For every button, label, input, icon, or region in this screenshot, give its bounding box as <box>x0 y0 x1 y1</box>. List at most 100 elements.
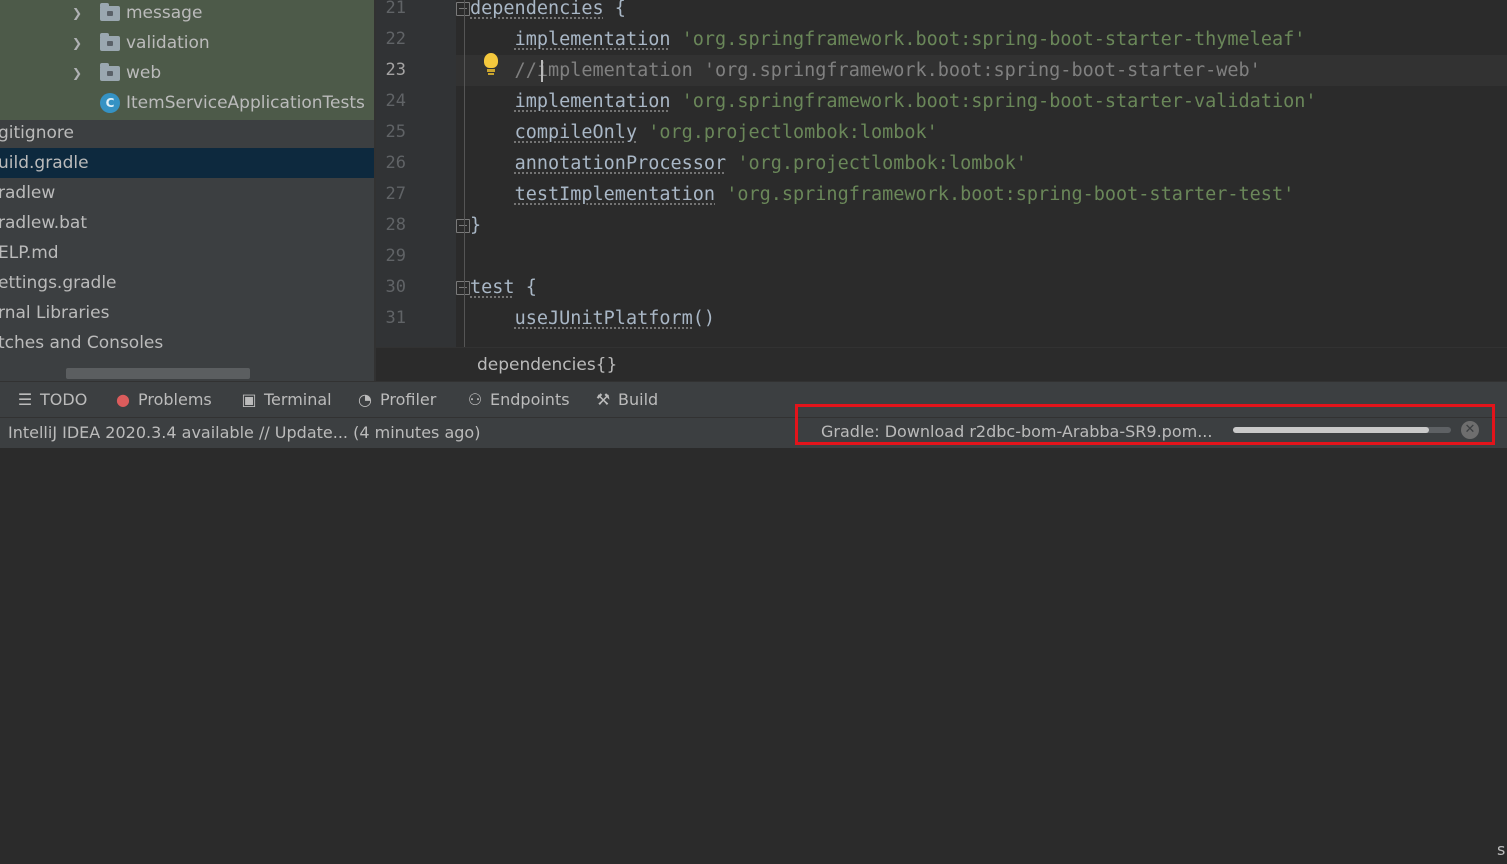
code-identifier: test <box>470 277 515 298</box>
tool-window-label: Build <box>618 390 659 409</box>
breadcrumb[interactable]: dependencies{} <box>477 348 617 382</box>
line-number: 27 <box>385 184 406 204</box>
tree-item-label: ELP.md <box>0 243 59 263</box>
tree-item-label: gitignore <box>0 123 74 143</box>
line-number: 23 <box>385 60 406 80</box>
tool-window-label: Profiler <box>380 390 437 409</box>
problems-error-icon: ● <box>116 390 130 409</box>
string-literal: 'org.projectlombok:lombok' <box>648 122 938 143</box>
folder-icon <box>100 33 120 51</box>
tree-item-file[interactable]: uild.gradle <box>0 148 374 178</box>
code-identifier: useJUnitPlatform <box>514 308 693 329</box>
chevron-right-icon[interactable]: ❯ <box>72 0 86 28</box>
fold-marker-icon[interactable] <box>456 2 470 16</box>
code-text: { <box>603 0 626 19</box>
tree-item-label: uild.gradle <box>0 153 89 173</box>
build-hammer-icon: ⚒ <box>595 390 611 409</box>
highlight-annotation-box <box>795 404 1495 445</box>
tree-item-folder[interactable]: ❯ validation <box>0 28 374 58</box>
code-identifier: annotationProcessor <box>514 153 727 174</box>
code-identifier: dependencies <box>470 0 604 19</box>
string-literal: 'org.springframework.boot:spring-boot-st… <box>681 91 1317 112</box>
code-line[interactable]: implementation 'org.springframework.boot… <box>470 86 1317 117</box>
tree-item-label: radlew <box>0 183 56 203</box>
line-number: 29 <box>385 246 406 266</box>
code-text: { <box>514 277 537 298</box>
update-notification-message[interactable]: IntelliJ IDEA 2020.3.4 available // Upda… <box>8 418 480 447</box>
code-line[interactable]: dependencies { <box>470 0 626 24</box>
breadcrumb-bar: dependencies{} <box>376 347 1507 382</box>
editor-gutter: 21 22 23 24 25 26 27 28 29 30 31 <box>376 0 456 347</box>
tree-item-file[interactable]: radlew.bat <box>0 208 374 238</box>
code-comment: //implementation 'org.springframework.bo… <box>470 60 1261 81</box>
tree-item-file[interactable]: gitignore <box>0 118 374 148</box>
lightbulb-icon[interactable] <box>482 53 500 77</box>
line-number: 24 <box>385 91 406 111</box>
tree-item-class[interactable]: C ItemServiceApplicationTests <box>0 88 374 118</box>
code-line[interactable]: } <box>470 210 481 241</box>
line-number: 21 <box>385 0 406 18</box>
tool-window-label: Endpoints <box>490 390 570 409</box>
tree-item-label: validation <box>126 33 210 53</box>
folder-icon <box>100 63 120 81</box>
profiler-icon: ◔ <box>358 390 372 409</box>
code-line[interactable]: implementation 'org.springframework.boot… <box>470 24 1306 55</box>
fold-marker-icon[interactable] <box>456 219 470 233</box>
code-editor[interactable]: 21 22 23 24 25 26 27 28 29 30 31 dependencies { im… <box>376 0 1507 347</box>
line-number: 30 <box>385 277 406 297</box>
terminal-icon: ▣ <box>241 390 257 409</box>
tree-item-label: web <box>126 63 162 83</box>
code-line[interactable]: compileOnly 'org.projectlombok:lombok' <box>470 117 938 148</box>
chevron-right-icon[interactable]: ❯ <box>72 58 86 88</box>
tree-item-folder[interactable]: ❯ message <box>0 0 374 28</box>
string-literal: 'org.springframework.boot:spring-boot-st… <box>681 29 1306 50</box>
string-literal: 'org.projectlombok:lombok' <box>737 153 1027 174</box>
code-line[interactable]: testImplementation 'org.springframework.… <box>470 179 1295 210</box>
tool-window-label: Problems <box>138 390 212 409</box>
line-number: 25 <box>385 122 406 142</box>
code-line[interactable]: annotationProcessor 'org.projectlombok:l… <box>470 148 1027 179</box>
code-identifier: testImplementation <box>514 184 716 205</box>
tree-item-group[interactable]: tches and Consoles <box>0 328 374 358</box>
line-number: 28 <box>385 215 406 235</box>
tree-item-group[interactable]: rnal Libraries <box>0 298 374 328</box>
string-literal: 'org.springframework.boot:spring-boot-st… <box>726 184 1295 205</box>
tool-window-label: TODO <box>40 390 88 409</box>
tree-item-label: tches and Consoles <box>0 333 164 353</box>
chevron-right-icon[interactable]: ❯ <box>72 28 86 58</box>
code-text: () <box>692 308 716 329</box>
line-number: 26 <box>385 153 406 173</box>
line-number: 22 <box>385 29 406 49</box>
fold-marker-icon[interactable] <box>456 281 470 295</box>
code-identifier: compileOnly <box>514 122 638 143</box>
code-line[interactable]: test { <box>470 272 537 303</box>
code-identifier: implementation <box>514 91 671 112</box>
project-scrollbar-thumb[interactable] <box>66 368 250 379</box>
text-caret <box>541 60 543 82</box>
code-line[interactable]: //implementation 'org.springframework.bo… <box>470 55 1261 86</box>
tree-item-file[interactable]: ELP.md <box>0 238 374 268</box>
tree-item-label: radlew.bat <box>0 213 88 233</box>
line-number: 31 <box>385 308 406 328</box>
tree-item-folder[interactable]: ❯ web <box>0 58 374 88</box>
code-line[interactable]: useJUnitPlatform() <box>470 303 716 334</box>
tree-item-file[interactable]: ettings.gradle <box>0 268 374 298</box>
tree-item-file[interactable]: radlew <box>0 178 374 208</box>
folder-icon <box>100 3 120 21</box>
tree-item-label: message <box>126 3 203 23</box>
code-identifier: implementation <box>514 29 671 50</box>
project-tool-window: ❯ message ❯ validation ❯ web C ItemServiceAppli… <box>0 0 374 381</box>
todo-list-icon: ☰ <box>17 390 33 409</box>
tree-item-label: ettings.gradle <box>0 273 117 293</box>
